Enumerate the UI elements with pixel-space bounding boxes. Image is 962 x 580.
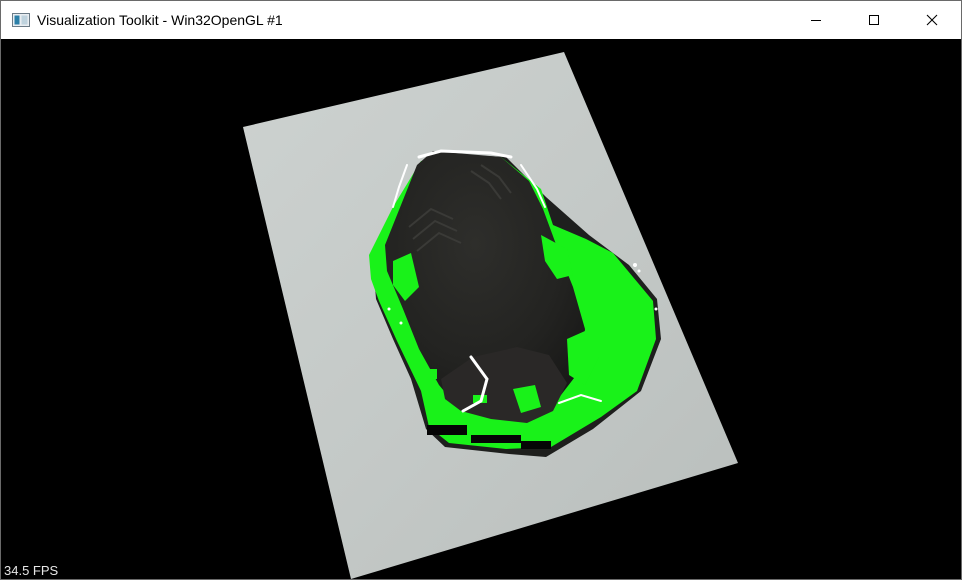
close-button[interactable] <box>903 1 961 39</box>
render-viewport[interactable]: 34.5 FPS <box>1 39 961 579</box>
close-icon <box>926 14 938 26</box>
minimize-button[interactable] <box>787 1 845 39</box>
vtk-window-icon <box>12 11 30 29</box>
maximize-icon <box>869 15 879 25</box>
maximize-button[interactable] <box>845 1 903 39</box>
minimize-icon <box>811 20 821 21</box>
window-title: Visualization Toolkit - Win32OpenGL #1 <box>37 12 283 28</box>
rendered-scene <box>243 52 738 579</box>
window-controls <box>787 1 961 39</box>
fps-counter: 34.5 FPS <box>4 563 59 578</box>
title-bar[interactable]: Visualization Toolkit - Win32OpenGL #1 <box>1 1 961 39</box>
vtk-render-window: Visualization Toolkit - Win32OpenGL #1 3… <box>0 0 962 580</box>
